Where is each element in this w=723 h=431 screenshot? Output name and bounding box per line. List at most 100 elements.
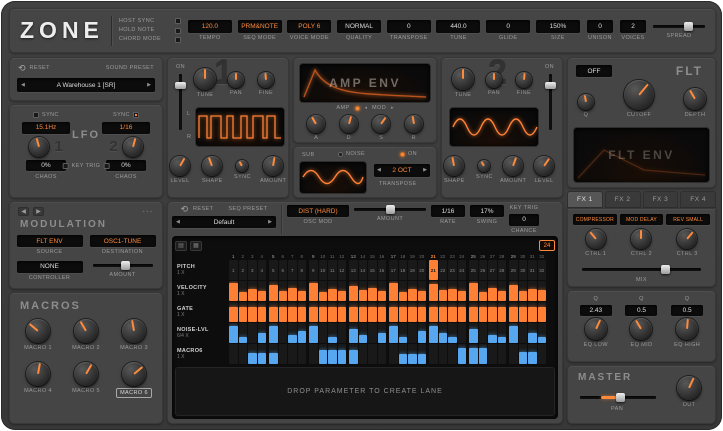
header-toggle-box[interactable] <box>174 18 181 25</box>
lfo1-sync-toggle[interactable] <box>33 112 40 119</box>
seq-step[interactable] <box>537 323 546 343</box>
mod-controller-selector[interactable]: NONE <box>16 260 83 273</box>
fx-slot-1[interactable]: COMPRESSOR <box>573 214 617 225</box>
header-toggle-box[interactable] <box>174 36 181 43</box>
seq-step[interactable] <box>248 344 257 364</box>
seq-step[interactable] <box>488 302 497 322</box>
unison-value[interactable]: 0 <box>587 19 613 33</box>
mod-left-icon[interactable]: ◂ <box>365 105 368 111</box>
seq-step[interactable] <box>398 302 407 322</box>
seq-step[interactable] <box>349 323 358 343</box>
seq-step[interactable] <box>528 323 537 343</box>
master-pan-slider[interactable] <box>580 393 656 402</box>
seq-step[interactable] <box>438 281 447 301</box>
seq-step[interactable] <box>469 323 478 343</box>
seq-step[interactable] <box>278 323 287 343</box>
seq-step[interactable]: 1 <box>229 260 238 280</box>
seq-step[interactable]: 7 <box>288 260 297 280</box>
seq-step[interactable] <box>528 344 537 364</box>
filter-q-knob[interactable] <box>578 94 594 110</box>
osc2-shape-knob[interactable] <box>444 156 465 176</box>
seq-step[interactable]: 25 <box>469 260 478 280</box>
seq-step[interactable] <box>389 302 398 322</box>
seq-step[interactable] <box>497 344 506 364</box>
seq-step[interactable]: 6 <box>278 260 287 280</box>
header-toggle-box[interactable] <box>174 27 181 34</box>
noise-toggle[interactable]: NOISE <box>338 151 365 158</box>
seq-amount-handle[interactable] <box>385 205 395 214</box>
sub-on-toggle[interactable]: ON <box>400 151 417 158</box>
fx-tab-fx3[interactable]: FX 3 <box>642 191 679 208</box>
noise-dot[interactable] <box>338 151 343 157</box>
seq-step[interactable] <box>448 323 457 343</box>
eq-band-3-knob[interactable] <box>676 317 699 340</box>
seq-step[interactable] <box>478 323 487 343</box>
lfo2-sync-toggle[interactable] <box>132 112 139 119</box>
seq-step[interactable] <box>497 281 506 301</box>
seq-step[interactable]: 30 <box>518 260 527 280</box>
fx-tab-fx2[interactable]: FX 2 <box>604 191 641 208</box>
seq-step[interactable] <box>297 281 306 301</box>
seq-step[interactable] <box>229 344 238 364</box>
lane-label[interactable]: VELOCITY 1 X <box>175 285 229 298</box>
filter-mode-selector[interactable]: OFF <box>576 65 612 77</box>
osc2-level-knob[interactable] <box>534 156 554 176</box>
seq-step[interactable] <box>257 344 266 364</box>
seq-step[interactable] <box>309 302 318 322</box>
seq-step[interactable] <box>469 302 478 322</box>
seq-step[interactable] <box>368 344 377 364</box>
osc2-amount-knob[interactable] <box>503 156 524 176</box>
lane-label[interactable]: GATE 1 X <box>175 306 229 319</box>
eq-q-value[interactable]: 0.5 <box>625 304 658 316</box>
seq-step[interactable] <box>448 281 457 301</box>
seq-step[interactable] <box>377 344 386 364</box>
seq-step[interactable] <box>408 281 417 301</box>
sub-on-dot[interactable] <box>400 151 405 157</box>
seq-step[interactable] <box>337 344 346 364</box>
master-pan-handle[interactable] <box>615 393 625 402</box>
seq-step[interactable] <box>358 344 367 364</box>
seq-step[interactable] <box>377 281 386 301</box>
preset-prev-icon[interactable]: ◀ <box>21 82 25 88</box>
transpose-down-icon[interactable]: ◀ <box>377 168 381 173</box>
seq-step[interactable] <box>269 302 278 322</box>
seq-step[interactable] <box>469 281 478 301</box>
seq-step[interactable]: 11 <box>328 260 337 280</box>
seq-step[interactable] <box>229 323 238 343</box>
voices-value[interactable]: 2 <box>620 19 646 33</box>
fx-ctrl-1-knob[interactable] <box>585 229 606 249</box>
seq-step[interactable] <box>389 344 398 364</box>
seq-step[interactable] <box>448 344 457 364</box>
seq-step[interactable] <box>509 281 518 301</box>
seq-step[interactable] <box>518 344 527 364</box>
seq-step[interactable] <box>328 302 337 322</box>
osc2-sync-knob[interactable] <box>478 160 491 172</box>
seq-step[interactable] <box>497 323 506 343</box>
spread-slider[interactable] <box>653 21 705 31</box>
seq-step[interactable]: 19 <box>408 260 417 280</box>
seq-step[interactable]: 32 <box>537 260 546 280</box>
filter-depth-knob[interactable] <box>684 88 706 110</box>
seq-step[interactable] <box>457 323 466 343</box>
fx-mix-handle[interactable] <box>660 265 670 274</box>
seq-step[interactable] <box>518 323 527 343</box>
seq-step[interactable]: 29 <box>509 260 518 280</box>
seq-step[interactable]: 20 <box>417 260 426 280</box>
macro-5-knob[interactable] <box>73 361 98 386</box>
seq-step[interactable]: 15 <box>368 260 377 280</box>
seq-step[interactable] <box>457 281 466 301</box>
fx-slot-3[interactable]: REV SMALL <box>666 214 711 225</box>
seq-step[interactable] <box>537 281 546 301</box>
fx-ctrl-3-knob[interactable] <box>677 229 698 249</box>
seq-step[interactable] <box>297 302 306 322</box>
seq-step[interactable] <box>478 344 487 364</box>
seq-step[interactable] <box>408 344 417 364</box>
mod-right-icon[interactable]: ▸ <box>391 105 394 111</box>
seq-step[interactable] <box>278 302 287 322</box>
seq-step[interactable] <box>337 323 346 343</box>
seq-step[interactable] <box>288 302 297 322</box>
seq-step[interactable] <box>408 302 417 322</box>
seq-rows-icon[interactable]: ▦ <box>190 240 202 251</box>
seq-step[interactable] <box>438 344 447 364</box>
seq-step[interactable] <box>269 281 278 301</box>
